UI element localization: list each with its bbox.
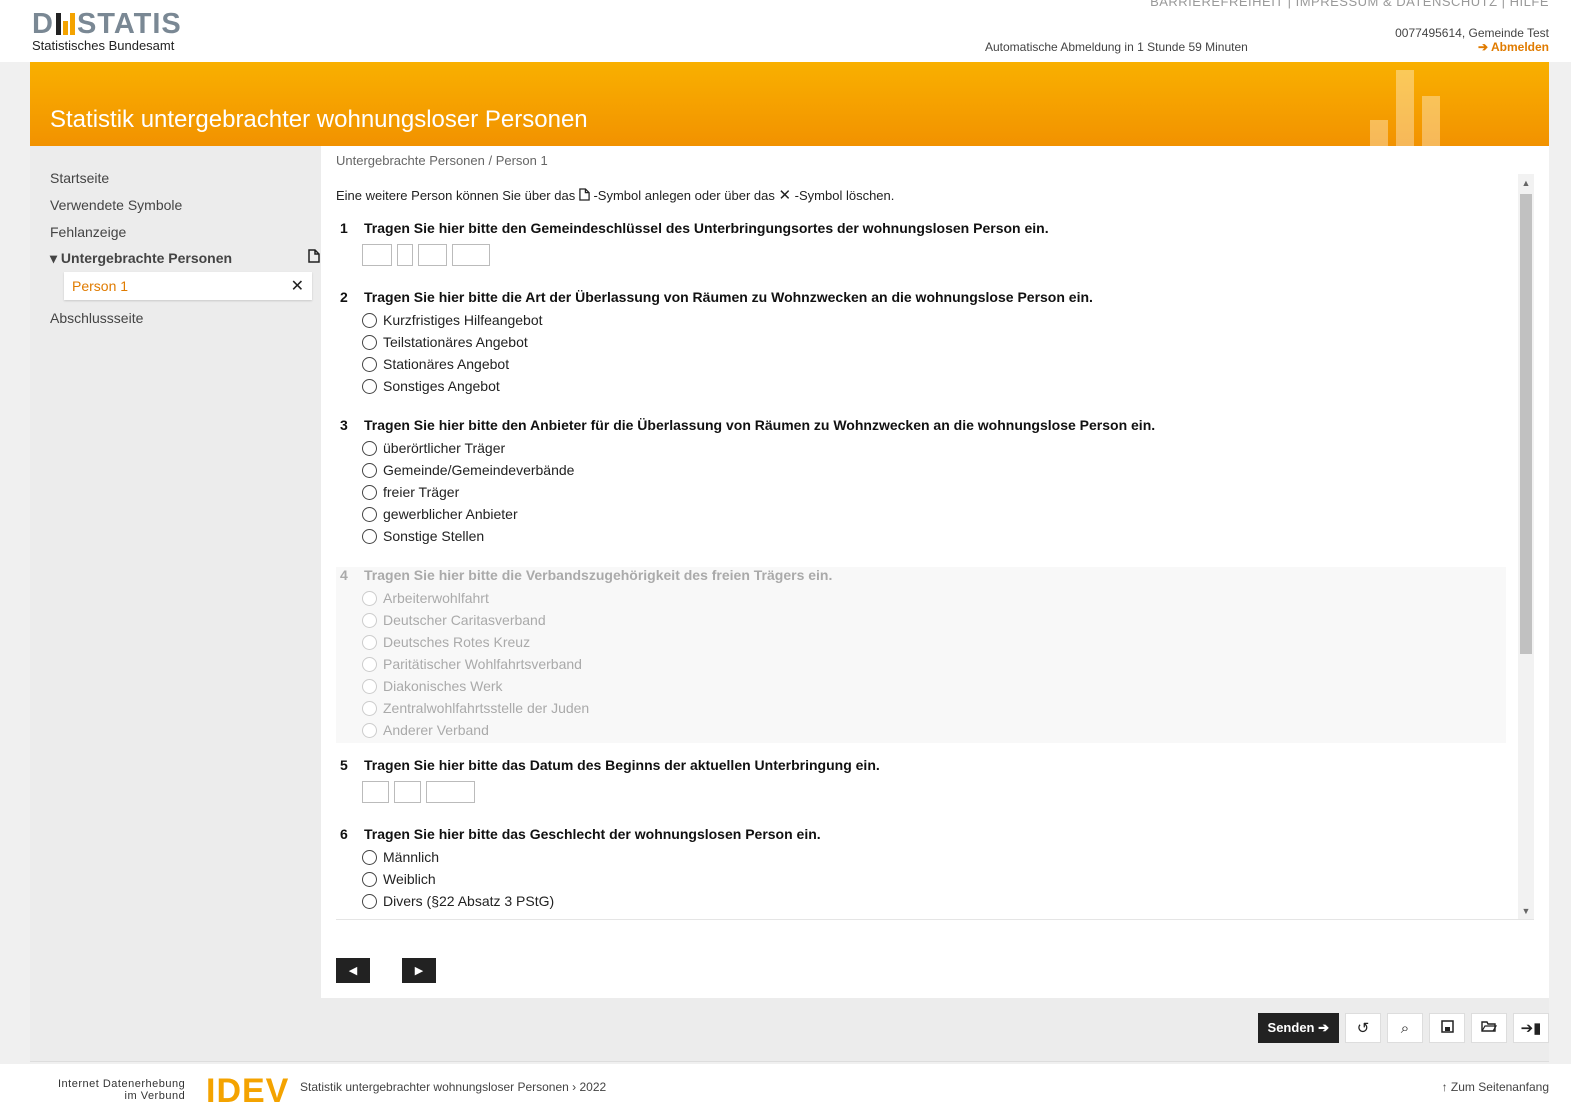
radio-option-disabled: Paritätischer Wohlfahrtsverband — [362, 653, 1506, 675]
date-fields — [362, 781, 1506, 803]
page-title: Statistik untergebrachter wohnungsloser … — [50, 106, 588, 133]
top-links[interactable]: BARRIEREFREIHEIT | IMPRESSUM & DATENSCHU… — [1150, 0, 1549, 9]
sidebar-item-untergebrachte-personen[interactable]: ▾ Untergebrachte Personen — [50, 245, 320, 272]
idev-tagline: Internet Datenerhebung im Verbund — [58, 1078, 186, 1102]
vertical-scrollbar[interactable]: ▲ ▼ — [1518, 174, 1534, 919]
intro-text: Eine weitere Person können Sie über das … — [336, 187, 895, 204]
sidebar-item-abschlussseite[interactable]: Abschlussseite — [50, 304, 320, 331]
radio-option-disabled: Arbeiterwohlfahrt — [362, 587, 1506, 609]
banner-bars-graphic — [1370, 70, 1440, 146]
radio-option[interactable]: Sonstige Stellen — [362, 525, 1506, 547]
folder-open-icon — [1481, 1020, 1498, 1037]
question-4: 4 Tragen Sie hier bitte die Verbandszugeh… — [336, 567, 1506, 743]
page-footer: Internet Datenerhebung im Verbund IDEV S… — [0, 1064, 1571, 1113]
question-6: 6 Tragen Sie hier bitte das Geschlecht de… — [336, 826, 1506, 912]
previous-page-button[interactable]: ◀ — [336, 958, 370, 983]
scroll-up-icon[interactable]: ▲ — [1518, 178, 1534, 188]
radio-option-disabled: Zentralwohlfahrtsstelle der Juden — [362, 697, 1506, 719]
key-field-4[interactable] — [452, 244, 490, 266]
triangle-left-icon: ◀ — [348, 965, 358, 977]
sidebar-item-verwendete-symbole[interactable]: Verwendete Symbole — [50, 191, 320, 218]
logo-letter: D — [32, 8, 54, 40]
send-button[interactable]: Senden ➔ — [1257, 1013, 1339, 1043]
date-year-field[interactable] — [426, 781, 475, 803]
user-info: 0077495614, Gemeinde Test — [1395, 26, 1549, 40]
undo-button[interactable]: ↺ — [1345, 1013, 1381, 1043]
footer-breadcrumb: Statistik untergebrachter wohnungsloser … — [300, 1080, 607, 1094]
question-3: 3 Tragen Sie hier bitte den Anbieter für … — [336, 417, 1506, 547]
questionnaire-scroll-area[interactable]: Eine weitere Person können Sie über das … — [336, 174, 1534, 920]
sidebar-item-person-1[interactable]: Person 1 ✕ — [64, 272, 312, 300]
question-1: 1 Tragen Sie hier bitte den Gemeindeschlü… — [336, 220, 1506, 266]
new-document-icon[interactable] — [308, 249, 320, 268]
key-field-3[interactable] — [418, 244, 447, 266]
key-field-1[interactable] — [362, 244, 392, 266]
main-panel: Untergebrachte Personen / Person 1 Eine … — [321, 146, 1549, 998]
logo-word: STATIS — [76, 8, 182, 40]
radio-option-disabled: Deutscher Caritasverband — [362, 609, 1506, 631]
exit-door-icon: ➔▮ — [1520, 1020, 1542, 1037]
undo-icon: ↺ — [1356, 1020, 1370, 1037]
open-button[interactable] — [1471, 1013, 1507, 1043]
triangle-right-icon: ▶ — [414, 965, 424, 977]
sidebar-item-startseite[interactable]: Startseite — [50, 164, 320, 191]
radio-option[interactable]: gewerblicher Anbieter — [362, 503, 1506, 525]
logo-subtitle: Statistisches Bundesamt — [32, 38, 175, 53]
idev-logo: IDEV — [206, 1072, 290, 1110]
radio-option[interactable]: Kurzfristiges Hilfeangebot — [362, 309, 1506, 331]
radio-option[interactable]: Gemeinde/Gemeindeverbände — [362, 459, 1506, 481]
scroll-down-icon[interactable]: ▼ — [1518, 906, 1534, 916]
key-field-2[interactable] — [397, 244, 413, 266]
date-month-field[interactable] — [394, 781, 421, 803]
search-icon: ⌕ — [1400, 1019, 1410, 1037]
date-day-field[interactable] — [362, 781, 389, 803]
radio-option[interactable]: Männlich — [362, 846, 1506, 868]
radio-option[interactable]: Stationäres Angebot — [362, 353, 1506, 375]
radio-option-disabled: Anderer Verband — [362, 719, 1506, 741]
radio-option[interactable]: Teilstationäres Angebot — [362, 331, 1506, 353]
new-document-icon — [579, 188, 590, 201]
page-navigation: ◀ ▶ — [336, 958, 436, 983]
save-icon — [1440, 1019, 1454, 1037]
radio-option[interactable]: Sonstiges Angebot — [362, 375, 1506, 397]
delete-icon[interactable]: ✕ — [291, 276, 304, 296]
page-banner: Statistik untergebrachter wohnungsloser … — [30, 62, 1549, 146]
municipality-key-fields — [362, 244, 1506, 266]
destatis-logo[interactable]: D STATIS Statistisches Bundesamt — [32, 8, 182, 53]
radio-option-disabled: Diakonisches Werk — [362, 675, 1506, 697]
save-button[interactable] — [1429, 1013, 1465, 1043]
sidebar-item-fehlanzeige[interactable]: Fehlanzeige — [50, 218, 320, 245]
action-toolbar: Senden ➔ ↺ ⌕ ➔▮ — [1257, 1013, 1549, 1043]
logo-bars-icon — [55, 13, 75, 35]
logout-link[interactable]: ➔ Abmelden — [1478, 40, 1549, 54]
next-page-button[interactable]: ▶ — [402, 958, 436, 983]
sidebar-nav: Startseite Verwendete Symbole Fehlanzeig… — [50, 164, 320, 331]
check-button[interactable]: ⌕ — [1387, 1013, 1423, 1043]
radio-option-disabled: Deutsches Rotes Kreuz — [362, 631, 1506, 653]
top-header: D STATIS Statistisches Bundesamt BARRIER… — [0, 0, 1571, 62]
radio-option[interactable]: freier Träger — [362, 481, 1506, 503]
delete-icon: ✕ — [778, 187, 792, 204]
scrollbar-thumb[interactable] — [1520, 194, 1532, 654]
radio-option[interactable]: überörtlicher Träger — [362, 437, 1506, 459]
question-2: 2 Tragen Sie hier bitte die Art der Überl… — [336, 289, 1506, 397]
exit-button[interactable]: ➔▮ — [1513, 1013, 1549, 1043]
auto-logout-notice: Automatische Abmeldung in 1 Stunde 59 Mi… — [985, 40, 1248, 54]
breadcrumb: Untergebrachte Personen / Person 1 — [336, 153, 548, 168]
radio-option[interactable]: Divers (§22 Absatz 3 PStG) — [362, 890, 1506, 912]
back-to-top-link[interactable]: ↑ Zum Seitenanfang — [1442, 1080, 1549, 1094]
radio-option[interactable]: Weiblich — [362, 868, 1506, 890]
question-5: 5 Tragen Sie hier bitte das Datum des Beg… — [336, 757, 1506, 803]
